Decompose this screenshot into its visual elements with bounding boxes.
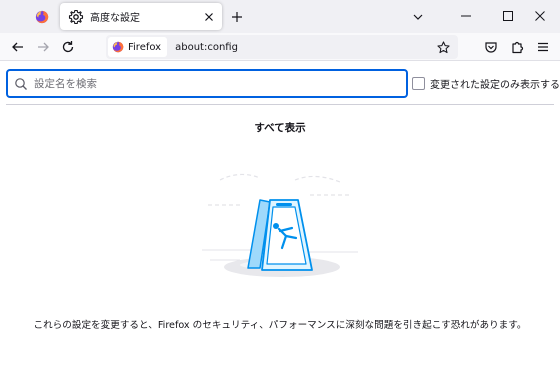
show-modified-only-checkbox[interactable]	[412, 77, 425, 90]
list-all-tabs-button[interactable]	[408, 7, 428, 27]
tab-strip: 高度な設定	[0, 0, 560, 33]
show-all-button[interactable]: すべて表示	[0, 120, 560, 135]
extensions-button[interactable]	[507, 37, 527, 57]
back-button[interactable]	[8, 37, 28, 57]
window-close-button[interactable]	[520, 0, 560, 32]
pocket-button[interactable]	[481, 37, 501, 57]
search-icon	[15, 77, 27, 90]
identity-label: Firefox	[128, 41, 162, 53]
url-bar[interactable]: Firefox about:config	[106, 35, 458, 59]
close-icon	[205, 12, 213, 21]
identity-box[interactable]: Firefox	[108, 37, 168, 57]
search-row: 変更された設定のみ表示する	[6, 69, 560, 99]
tab-title: 高度な設定	[90, 13, 140, 24]
puzzle-icon	[512, 41, 524, 54]
pocket-icon	[485, 42, 497, 53]
arrow-right-icon	[38, 42, 49, 52]
star-icon	[436, 40, 450, 53]
hamburger-menu-icon	[538, 42, 548, 52]
show-modified-only-toggle[interactable]: 変更された設定のみ表示する	[412, 76, 560, 91]
firefox-logo-icon	[35, 10, 49, 24]
search-box[interactable]	[6, 69, 408, 98]
tab-close-button[interactable]	[200, 8, 218, 26]
chevron-down-icon	[413, 14, 423, 20]
new-tab-button[interactable]	[227, 7, 247, 27]
reload-button[interactable]	[58, 37, 78, 57]
bookmark-star-button[interactable]	[434, 38, 452, 56]
sign-handle	[276, 203, 292, 206]
gear-icon	[68, 9, 84, 24]
divider	[6, 104, 554, 105]
warning-message: これらの設定を変更すると、Firefox のセキュリティ、パフォーマンスに深刻な…	[33, 320, 527, 331]
window-minimize-button[interactable]	[446, 0, 486, 32]
url-text[interactable]: about:config	[175, 42, 434, 53]
arrow-left-icon	[12, 42, 23, 52]
navigation-toolbar: Firefox about:config	[0, 33, 560, 61]
search-input[interactable]	[34, 77, 406, 90]
wet-floor-sign-illustration	[202, 173, 358, 277]
show-modified-only-label: 変更された設定のみ表示する	[430, 80, 560, 91]
firefox-logo-icon	[112, 41, 124, 53]
close-icon	[535, 11, 545, 21]
reload-icon	[62, 41, 74, 53]
pinned-tab-firefox[interactable]	[30, 5, 54, 29]
maximize-icon	[503, 11, 513, 21]
tab-advanced-settings[interactable]: 高度な設定	[60, 3, 222, 30]
minimize-icon	[461, 15, 471, 17]
forward-button[interactable]	[33, 37, 53, 57]
plus-icon	[232, 12, 242, 22]
app-menu-button[interactable]	[533, 37, 553, 57]
